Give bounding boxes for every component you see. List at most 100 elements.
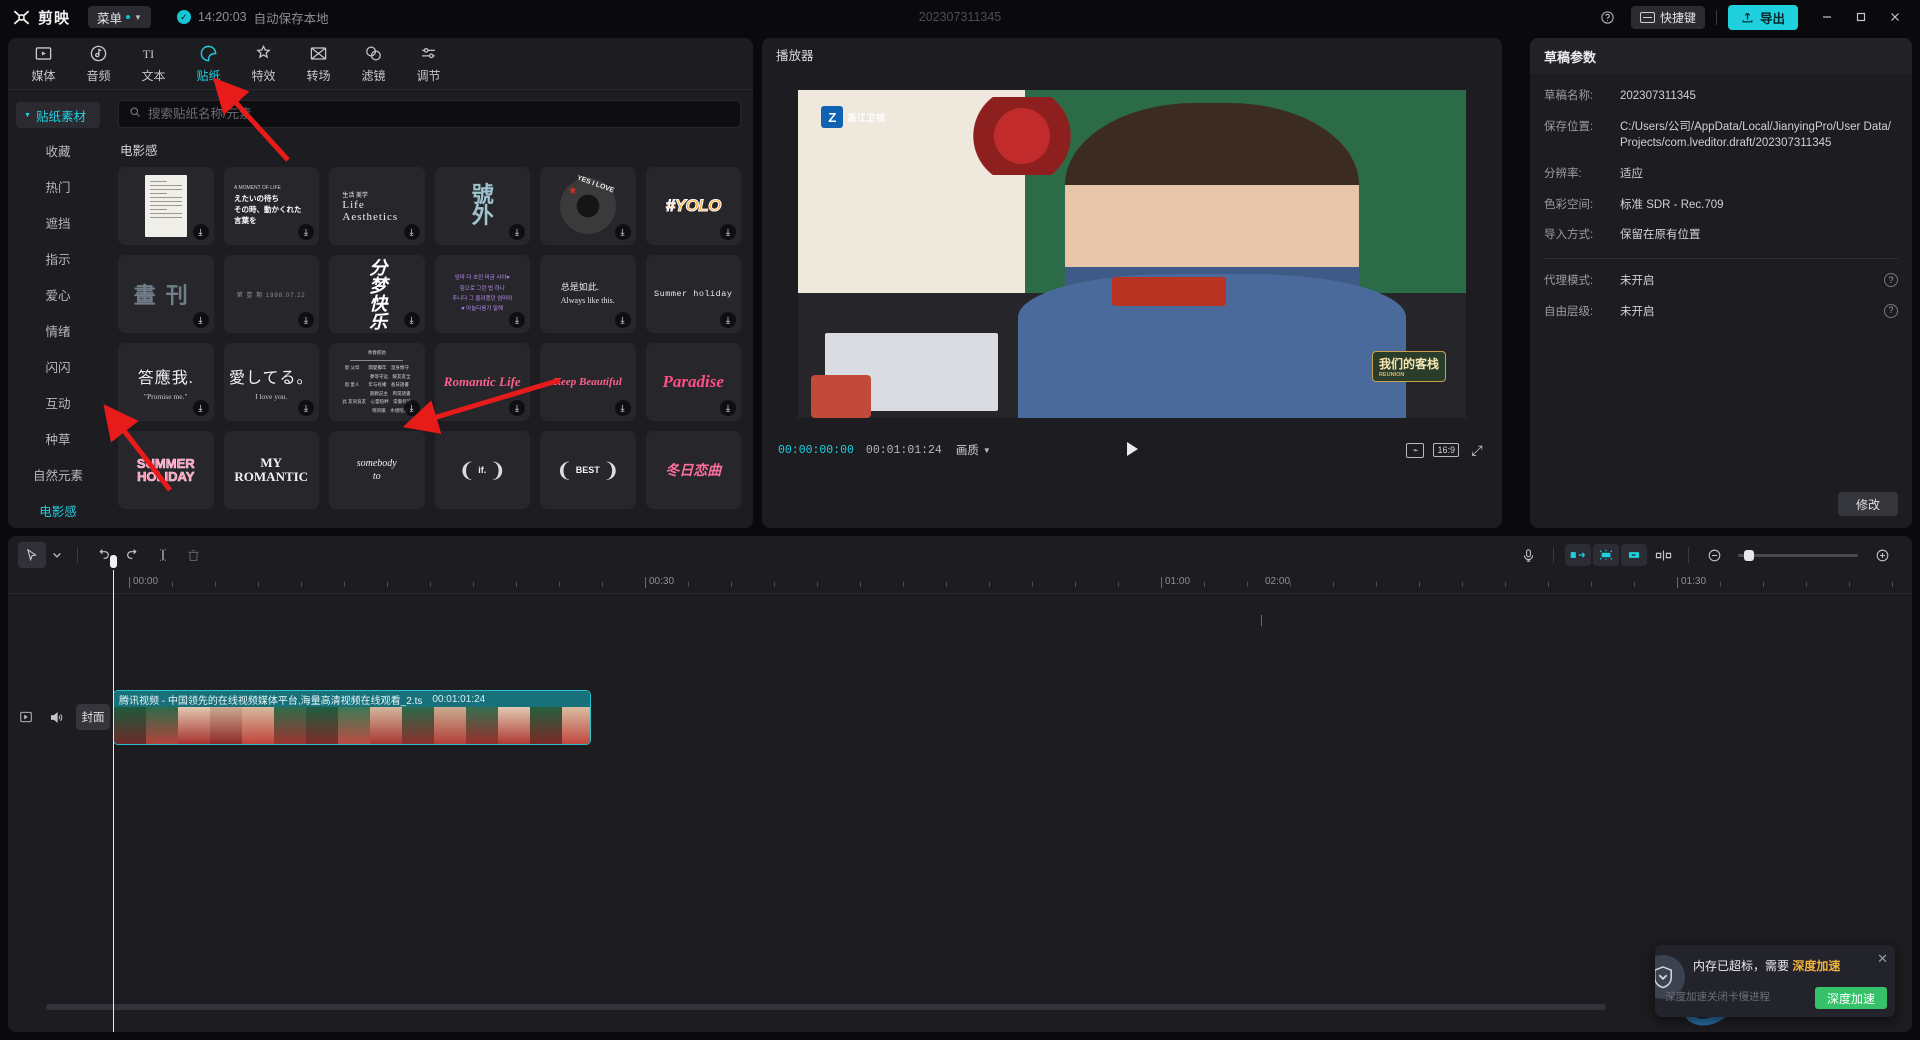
sticker-item[interactable]: Romantic Life ⤓ xyxy=(434,343,530,421)
fullscreen-icon[interactable]: ⤢ xyxy=(1468,441,1486,460)
close-button[interactable] xyxy=(1878,0,1912,34)
mirror-left-icon[interactable] xyxy=(1565,544,1591,566)
zoom-slider-handle[interactable] xyxy=(1744,549,1754,561)
zoom-out-icon[interactable] xyxy=(1700,542,1728,568)
sidebar-item-interactive[interactable]: 互动 xyxy=(8,384,108,420)
download-icon[interactable]: ⤓ xyxy=(192,312,209,328)
download-icon[interactable]: ⤓ xyxy=(720,224,736,240)
download-icon[interactable]: ⤓ xyxy=(403,224,420,240)
keyframe-icon[interactable]: ⌁ xyxy=(1406,442,1425,458)
sticker-item[interactable]: #YOLO ⤓ xyxy=(645,167,741,245)
sidebar-item-recommend[interactable]: 种草 xyxy=(8,420,108,456)
quality-selector[interactable]: 画质 ▼ xyxy=(956,442,991,458)
download-icon[interactable]: ⤓ xyxy=(614,224,631,240)
tab-adjust[interactable]: 调节 xyxy=(401,40,456,88)
playhead[interactable] xyxy=(108,553,119,1032)
sticker-item[interactable]: ❨ if. ❩ xyxy=(434,431,530,509)
sticker-item[interactable]: 生活 美学 Life Aesthetics ⤓ xyxy=(329,167,425,245)
modify-button[interactable]: 修改 xyxy=(1838,492,1898,516)
cut-marker-icon[interactable] xyxy=(1649,542,1677,568)
add-track-icon[interactable] xyxy=(16,707,36,727)
sticker-item[interactable]: A MOMENT OF LIFE えたいの待ち その時、動かくれた言葉を ⤓ xyxy=(223,167,319,245)
mute-icon[interactable] xyxy=(46,707,66,727)
download-icon[interactable]: ⤓ xyxy=(298,312,314,328)
search-bar[interactable] xyxy=(118,100,741,128)
video-clip[interactable]: 腾讯视频 - 中国领先的在线视频媒体平台,海量高清视频在线观看_2.ts 00:… xyxy=(113,690,591,745)
tab-filter[interactable]: 滤镜 xyxy=(346,40,401,88)
sticker-item[interactable]: 愛してる。 I love you. ⤓ xyxy=(223,343,319,421)
timeline-ruler[interactable]: 00:00 00:30 01:00 01:30 xyxy=(8,574,1912,594)
help-icon[interactable] xyxy=(1593,4,1623,30)
tab-sticker[interactable]: 贴纸 xyxy=(181,40,236,88)
sidebar-item-mask[interactable]: 遮挡 xyxy=(8,204,108,240)
sticker-item[interactable]: 엄마 더 초린 머금 사야♥ 힘으로 그런 법 하나 추니다 그 울려했던 엄마… xyxy=(434,255,530,333)
redo-icon[interactable] xyxy=(119,542,147,568)
auto-cut-icon[interactable] xyxy=(1593,544,1619,566)
tab-text[interactable]: TI 文本 xyxy=(126,40,181,88)
zoom-in-icon[interactable] xyxy=(1868,542,1896,568)
download-icon[interactable]: ⤓ xyxy=(403,400,420,416)
tab-effects[interactable]: 特效 xyxy=(236,40,291,88)
sticker-item[interactable]: 畫刊 ⤓ xyxy=(118,255,214,333)
cover-button[interactable]: 封面 xyxy=(76,704,110,730)
category-header[interactable]: ▼ 贴纸素材 xyxy=(16,102,100,128)
download-icon[interactable]: ⤓ xyxy=(403,312,420,328)
split-icon[interactable] xyxy=(149,542,177,568)
sticker-item[interactable]: somebody to xyxy=(329,431,425,509)
download-icon[interactable]: ⤓ xyxy=(509,312,525,328)
aspect-ratio-icon[interactable]: 16:9 xyxy=(1433,443,1459,457)
sticker-item[interactable]: Paradise ⤓ xyxy=(645,343,741,421)
search-input[interactable] xyxy=(148,107,730,121)
close-icon[interactable]: ✕ xyxy=(1877,951,1888,967)
sidebar-item-hot[interactable]: 热门 xyxy=(8,168,108,204)
sidebar-item-emotion[interactable]: 情绪 xyxy=(8,312,108,348)
info-icon[interactable]: ? xyxy=(1884,273,1898,288)
sticker-item[interactable]: 答應我. "Promise me." ⤓ xyxy=(118,343,214,421)
sticker-item[interactable]: 冬日恋曲 xyxy=(645,431,741,509)
download-icon[interactable]: ⤓ xyxy=(720,400,736,416)
sidebar-item-heart[interactable]: 爱心 xyxy=(8,276,108,312)
download-icon[interactable]: ⤓ xyxy=(509,400,525,416)
sidebar-item-indicator[interactable]: 指示 xyxy=(8,240,108,276)
sidebar-item-favorites[interactable]: 收藏 xyxy=(8,132,108,168)
sticker-item[interactable]: Keep Beautiful ⤓ xyxy=(540,343,636,421)
sticker-item[interactable]: 號 外 ⤓ xyxy=(434,167,530,245)
sticker-item[interactable]: SUMMER HOLIDAY xyxy=(118,431,214,509)
tool-dropdown-icon[interactable] xyxy=(48,542,66,568)
sticker-item[interactable]: Summer holiday ⤓ xyxy=(645,255,741,333)
sticker-item[interactable]: YES I LOVE ★ ⤓ xyxy=(540,167,636,245)
export-button[interactable]: 导出 xyxy=(1727,4,1798,30)
sticker-item[interactable]: 分梦快乐 ⤓ xyxy=(329,255,425,333)
minimize-button[interactable] xyxy=(1810,0,1844,34)
tab-audio[interactable]: 音频 xyxy=(71,40,126,88)
download-icon[interactable]: ⤓ xyxy=(614,312,631,328)
play-icon[interactable] xyxy=(1126,441,1138,456)
delete-icon[interactable] xyxy=(179,542,207,568)
sticker-item[interactable]: MY ROMANTIC xyxy=(223,431,319,509)
sticker-item[interactable]: ❨ BEST ❩ xyxy=(540,431,636,509)
sticker-item[interactable]: 第 壹 期 1998.07.22 ⤓ xyxy=(223,255,319,333)
download-icon[interactable]: ⤓ xyxy=(298,400,314,416)
download-icon[interactable]: ⤓ xyxy=(509,224,525,240)
download-icon[interactable]: ⤓ xyxy=(720,312,736,328)
sticker-item[interactable]: 青春疾驰 恩 父母 関愛獨年 温身懷守 夢等守远 暖友友全 恩 愛人 年与有緒 … xyxy=(329,343,425,421)
sidebar-item-cinematic[interactable]: 电影感 xyxy=(8,492,108,528)
zoom-slider[interactable] xyxy=(1738,549,1858,561)
playhead-handle[interactable] xyxy=(108,553,119,570)
deep-accelerate-button[interactable]: 深度加速 xyxy=(1815,987,1887,1009)
tab-media[interactable]: 媒体 xyxy=(16,40,71,88)
sticker-item[interactable]: ⤓ xyxy=(118,167,214,245)
record-audio-icon[interactable] xyxy=(1514,542,1542,568)
download-icon[interactable]: ⤓ xyxy=(192,400,209,416)
sidebar-item-nature[interactable]: 自然元素 xyxy=(8,456,108,492)
mirror-right-icon[interactable] xyxy=(1621,544,1647,566)
horizontal-scrollbar[interactable] xyxy=(46,1004,1606,1010)
menu-button[interactable]: 菜单 ▼ xyxy=(88,6,151,28)
download-icon[interactable]: ⤓ xyxy=(298,224,314,240)
maximize-button[interactable] xyxy=(1844,0,1878,34)
info-icon[interactable]: ? xyxy=(1884,303,1898,318)
sticker-item[interactable]: 总是如此. Always like this. ⤓ xyxy=(540,255,636,333)
download-icon[interactable]: ⤓ xyxy=(614,400,631,416)
sidebar-item-sparkle[interactable]: 闪闪 xyxy=(8,348,108,384)
select-tool-icon[interactable] xyxy=(18,542,46,568)
